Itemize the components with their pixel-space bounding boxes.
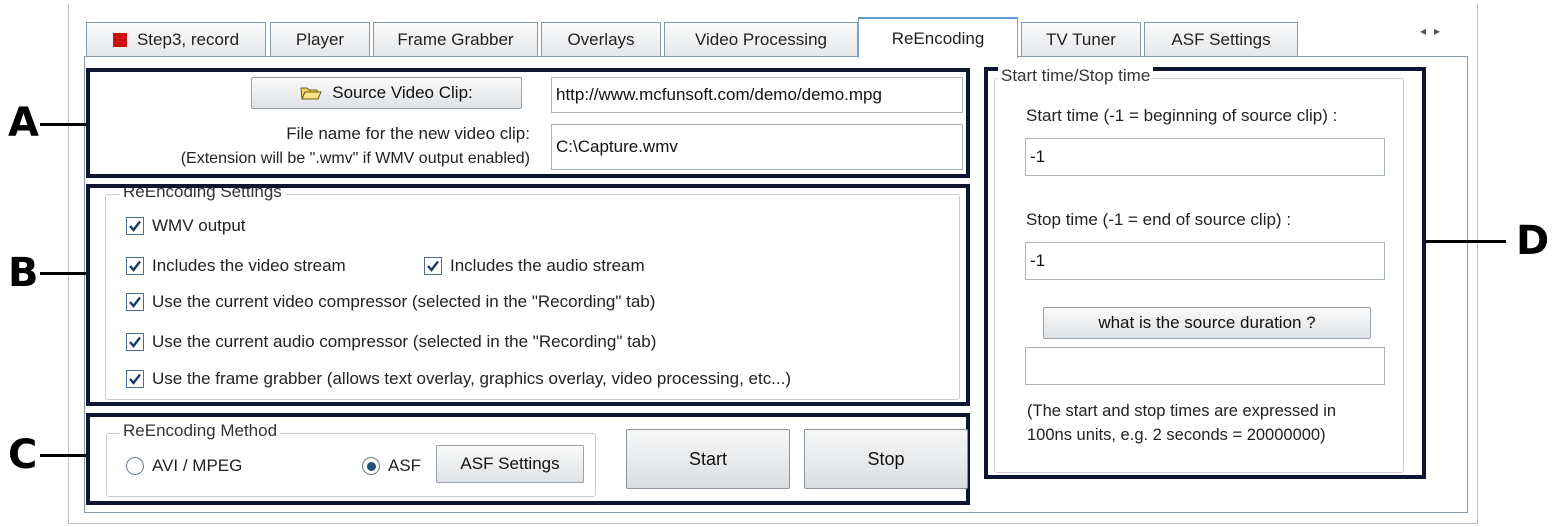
radio-label: ASF bbox=[388, 456, 422, 475]
option-includes-video-stream[interactable]: Includes the video stream bbox=[126, 256, 346, 276]
radio-button[interactable] bbox=[362, 457, 380, 475]
source-url-input[interactable]: http://www.mcfunsoft.com/demo/demo.mpg bbox=[551, 77, 963, 113]
checkmark-icon bbox=[129, 296, 141, 308]
stop-time-input[interactable]: -1 bbox=[1025, 242, 1385, 280]
checkmark-icon bbox=[129, 336, 141, 348]
checkmark-icon bbox=[129, 260, 141, 272]
checkbox[interactable] bbox=[126, 257, 144, 275]
checkmark-icon bbox=[129, 373, 141, 385]
callout-letter-c: C bbox=[8, 432, 38, 478]
radio-avi-mpeg[interactable]: AVI / MPEG bbox=[126, 456, 242, 476]
callout-leader-b bbox=[40, 272, 88, 275]
output-file-input[interactable]: C:\Capture.wmv bbox=[551, 124, 963, 170]
tab-frame-grabber[interactable]: Frame Grabber bbox=[373, 22, 538, 57]
checkbox[interactable] bbox=[126, 370, 144, 388]
start-time-input[interactable]: -1 bbox=[1025, 138, 1385, 176]
tab-label: Step3, record bbox=[136, 30, 240, 49]
tab-label: Frame Grabber bbox=[397, 30, 514, 49]
tab-label: TV Tuner bbox=[1046, 30, 1116, 49]
tab-scroll-arrows[interactable]: ◂▸ bbox=[1420, 24, 1460, 40]
checkbox[interactable] bbox=[126, 333, 144, 351]
source-video-clip-button[interactable]: Source Video Clip: bbox=[251, 77, 522, 109]
checkbox[interactable] bbox=[126, 217, 144, 235]
callout-leader-d bbox=[1426, 240, 1506, 243]
option-includes-audio-stream[interactable]: Includes the audio stream bbox=[424, 256, 645, 276]
radio-label: AVI / MPEG bbox=[152, 456, 243, 475]
tab-label: ReEncoding bbox=[891, 28, 985, 48]
start-time-label: Start time (-1 = beginning of source cli… bbox=[1026, 106, 1338, 125]
tab-tv-tuner[interactable]: TV Tuner bbox=[1021, 22, 1141, 57]
file-extension-note: (Extension will be ".wmv" if WMV output … bbox=[180, 150, 530, 167]
tab-label: Video Processing bbox=[695, 30, 827, 49]
tab-label: ASF Settings bbox=[1171, 30, 1271, 49]
stop-button[interactable]: Stop bbox=[804, 429, 968, 489]
option-frame-grabber[interactable]: Use the frame grabber (allows text overl… bbox=[126, 369, 791, 389]
chevron-right-icon[interactable]: ▸ bbox=[1434, 24, 1448, 38]
asf-settings-button[interactable]: ASF Settings bbox=[436, 445, 584, 483]
checkbox[interactable] bbox=[126, 293, 144, 311]
checkmark-icon bbox=[427, 260, 439, 272]
callout-letter-d: D bbox=[1516, 218, 1550, 264]
checkmark-icon bbox=[129, 220, 141, 232]
option-label: WMV output bbox=[152, 216, 246, 235]
tab-label: Overlays bbox=[567, 30, 635, 49]
option-label: Use the current audio compressor (select… bbox=[152, 332, 657, 351]
chevron-left-icon[interactable]: ◂ bbox=[1420, 24, 1434, 38]
callout-letter-a: A bbox=[8, 100, 39, 146]
option-label: Includes the audio stream bbox=[450, 256, 645, 275]
radio-asf[interactable]: ASF bbox=[362, 456, 421, 476]
callout-leader-a bbox=[40, 123, 88, 126]
option-label: Use the frame grabber (allows text overl… bbox=[152, 369, 792, 388]
source-duration-output[interactable] bbox=[1025, 347, 1385, 385]
checkbox[interactable] bbox=[424, 257, 442, 275]
tab-video-processing[interactable]: Video Processing bbox=[664, 22, 858, 57]
option-wmv-output[interactable]: WMV output bbox=[126, 216, 246, 236]
tab-asf-settings[interactable]: ASF Settings bbox=[1144, 22, 1298, 57]
tab-label: Player bbox=[295, 30, 345, 49]
file-name-label: File name for the new video clip: bbox=[286, 124, 530, 143]
option-label: Includes the video stream bbox=[152, 256, 346, 275]
option-label: Use the current video compressor (select… bbox=[152, 292, 656, 311]
time-units-note-line1: (The start and stop times are expressed … bbox=[1027, 402, 1337, 420]
stop-time-label: Stop time (-1 = end of source clip) : bbox=[1026, 210, 1292, 229]
tab-reencoding[interactable]: ReEncoding bbox=[858, 17, 1018, 58]
tab-player[interactable]: Player bbox=[270, 22, 370, 57]
record-icon bbox=[112, 33, 127, 47]
start-stop-time-title: Start time/Stop time bbox=[998, 66, 1154, 86]
callout-leader-c bbox=[40, 454, 88, 457]
time-units-note-line2: 100ns units, e.g. 2 seconds = 20000000) bbox=[1027, 426, 1326, 444]
reencoding-method-title: ReEncoding Method bbox=[120, 421, 281, 441]
option-current-video-compressor[interactable]: Use the current video compressor (select… bbox=[126, 292, 655, 312]
tab-overlays[interactable]: Overlays bbox=[541, 22, 661, 57]
source-video-clip-label: Source Video Clip: bbox=[332, 83, 473, 102]
start-button[interactable]: Start bbox=[626, 429, 790, 489]
callout-letter-b: B bbox=[8, 250, 39, 296]
folder-open-icon bbox=[300, 85, 323, 101]
source-duration-button[interactable]: what is the source duration ? bbox=[1043, 307, 1371, 339]
option-current-audio-compressor[interactable]: Use the current audio compressor (select… bbox=[126, 332, 656, 352]
tab-step3-record[interactable]: Step3, record bbox=[86, 22, 266, 57]
radio-button[interactable] bbox=[126, 457, 144, 475]
radio-selected-dot bbox=[366, 461, 376, 471]
